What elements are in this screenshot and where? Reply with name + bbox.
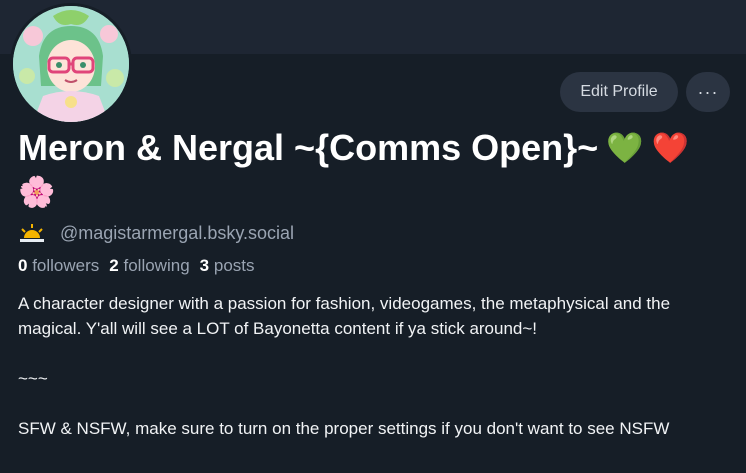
- handle-row: @magistarmergal.bsky.social: [18, 222, 294, 244]
- display-name-text: Meron & Nergal ~{Comms Open}~: [18, 127, 599, 168]
- followers-stat[interactable]: 0 followers: [18, 256, 99, 276]
- more-options-button[interactable]: ···: [686, 72, 730, 112]
- green-heart-emoji: 💚: [606, 132, 644, 165]
- avatar[interactable]: [10, 3, 132, 125]
- ellipsis-icon: ···: [697, 81, 719, 102]
- red-heart-emoji: ❤️: [651, 132, 689, 165]
- edit-profile-button[interactable]: Edit Profile: [560, 72, 678, 112]
- profile-actions: Edit Profile ···: [560, 72, 730, 112]
- bio-paragraph-1: A character designer with a passion for …: [18, 294, 671, 338]
- cherry-blossom-emoji: 🌸: [18, 176, 56, 209]
- profile-handle[interactable]: @magistarmergal.bsky.social: [60, 223, 294, 244]
- sunrise-icon: [18, 222, 46, 244]
- bio-paragraph-2: SFW & NSFW, make sure to turn on the pro…: [18, 419, 670, 438]
- bio-separator: ~~~: [18, 369, 48, 388]
- posts-stat: 3 posts: [199, 256, 255, 275]
- profile-bio: A character designer with a passion for …: [18, 291, 738, 441]
- following-stat[interactable]: 2 following: [109, 256, 189, 276]
- profile-stats: 0 followers 2 following 3 posts: [18, 256, 255, 276]
- avatar-illustration: [13, 6, 129, 122]
- display-name: Meron & Nergal ~{Comms Open}~ 💚 ❤️ 🌸: [18, 124, 738, 213]
